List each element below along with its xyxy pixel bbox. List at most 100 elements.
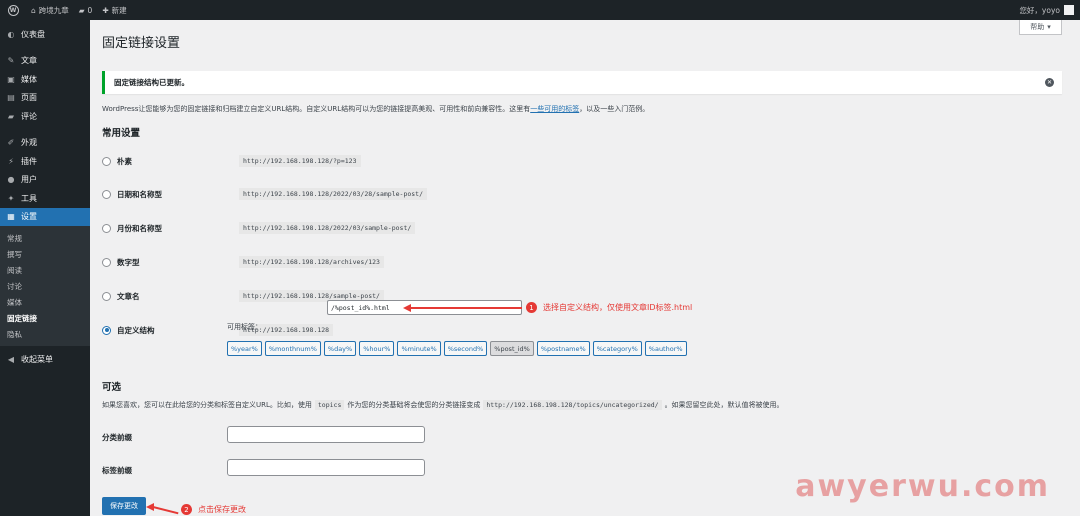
submenu-item[interactable]: 阅读 [0,262,90,278]
submenu-item[interactable]: 常规 [0,230,90,246]
radio-button[interactable] [102,291,111,301]
annotation-2: 2 点击保存更改 [181,504,246,515]
success-notice: 固定链接结构已更新。 ✕ [102,71,1062,94]
collapse-icon: ◀ [7,354,15,364]
caret-down-icon: ▾ [1047,23,1051,31]
comment-icon: ▰ [7,111,15,121]
user-icon: ● [7,175,15,185]
common-settings-heading: 常用设置 [102,128,141,139]
permalink-option: 日期和名称型 http://192.168.198.128/2022/03/28/… [102,187,1002,201]
radio-button[interactable] [102,223,111,233]
sidebar-item-user[interactable]: ● 用户 [0,171,90,190]
permalink-option: 数字型 http://192.168.198.128/archives/123 [102,255,1002,269]
pin-icon: ✎ [7,56,15,66]
submenu-item[interactable]: 撰写 [0,246,90,262]
admin-bar: W ⌂ 跨境九章 ▰ 0 ✚ 新建 您好，yoyo [0,0,1080,20]
tag-base-input[interactable] [227,459,425,476]
tag-button[interactable]: %postname% [536,341,590,356]
main-content: 帮助 ▾ 固定链接设置 固定链接结构已更新。 ✕ WordPress让您能够为您… [90,20,1080,516]
radio-button[interactable] [102,257,111,267]
permalink-option: 朴素 http://192.168.198.128/?p=123 [102,154,1002,168]
tag-button[interactable]: %monthnum% [264,341,321,356]
annotation-1: 1 选择自定义结构，仅使用文章ID标签.html [526,302,692,313]
dismiss-icon[interactable]: ✕ [1045,78,1054,87]
available-tags-link[interactable]: 一些可用的标签 [530,105,579,113]
settings-submenu: 常规 撰写 阅读 讨论 媒体 固定链接 隐私 [0,226,90,346]
option-label[interactable]: 月份和名称型 [117,223,162,234]
tag-buttons: %year% %monthnum% %day% %hour% %minute% %seco… [227,341,687,356]
tag-button[interactable]: %category% [592,341,642,356]
option-label[interactable]: 文章名 [117,291,140,302]
collapse-menu-button[interactable]: ◀ 收起菜单 [0,350,90,369]
tag-button[interactable]: %year% [227,341,262,356]
settings-icon: ▦ [7,212,15,222]
sidebar-item-appearance[interactable]: ✐ 外观 [0,134,90,153]
option-label[interactable]: 日期和名称型 [117,189,162,200]
option-label[interactable]: 朴素 [117,156,132,167]
submenu-item[interactable]: 隐私 [0,326,90,342]
radio-button[interactable] [102,325,111,335]
tag-button[interactable]: %day% [323,341,357,356]
example-url: http://192.168.198.128/archives/123 [239,256,384,268]
sidebar-item-label: 工具 [21,193,37,203]
tag-button[interactable]: %post_id% [490,341,534,356]
sidebar-item-label: 仪表盘 [21,29,45,39]
tag-button[interactable]: %second% [443,341,488,356]
sidebar-item-comment[interactable]: ▰ 评论 [0,107,90,126]
page-title: 固定链接设置 [102,36,181,51]
avatar [1064,5,1074,15]
option-label[interactable]: 自定义结构 [117,325,155,336]
sidebar-item-pin[interactable]: ✎ 文章 [0,52,90,71]
sidebar-item-label: 媒体 [21,74,37,84]
sidebar-item-label: 插件 [21,156,37,166]
page-icon: ▤ [7,93,15,103]
sidebar-item-label: 设置 [21,212,37,222]
tools-icon: ✦ [7,193,15,203]
radio-button[interactable] [102,189,111,199]
category-base-input[interactable] [227,426,425,443]
submenu-item[interactable]: 固定链接 [0,310,90,326]
new-content-link[interactable]: ✚ 新建 [97,0,131,20]
comment-bubble-icon: ▰ [78,5,85,15]
appearance-icon: ✐ [7,138,15,148]
option-label[interactable]: 数字型 [117,257,140,268]
sidebar-item-label: 用户 [21,175,37,185]
comments-link[interactable]: ▰ 0 [74,0,98,20]
account-menu[interactable]: 您好，yoyo [1014,0,1080,20]
wordpress-logo-icon[interactable]: W [0,0,26,20]
sidebar-item-page[interactable]: ▤ 页面 [0,89,90,108]
submenu-item[interactable]: 媒体 [0,294,90,310]
tag-button[interactable]: %author% [644,341,687,356]
save-changes-button[interactable]: 保存更改 [102,497,146,515]
media-icon: ▣ [7,74,15,84]
category-base-label: 分类前缀 [102,433,132,442]
optional-description: 如果您喜欢，您可以在此给您的分类和标签自定义URL。比如，使用 topics 作… [102,400,784,410]
annotation-arrow-1-line [410,307,522,309]
permalink-option: 月份和名称型 http://192.168.198.128/2022/03/sam… [102,221,1002,235]
sidebar-item-tools[interactable]: ✦ 工具 [0,189,90,208]
tag-base-label: 标签前缀 [102,466,132,475]
annotation-arrow-2-line [152,506,179,515]
tag-button[interactable]: %minute% [397,341,441,356]
example-url: http://192.168.198.128/2022/03/28/sample… [239,188,428,200]
sidebar-item-label: 文章 [21,56,37,66]
optional-heading: 可选 [102,382,122,393]
site-name-link[interactable]: ⌂ 跨境九章 [26,0,74,20]
submenu-item[interactable]: 讨论 [0,278,90,294]
help-button[interactable]: 帮助 ▾ [1019,20,1062,35]
available-tags-label: 可用标签： [227,323,262,331]
watermark: awyerwu.com [795,469,1050,504]
sidebar-item-media[interactable]: ▣ 媒体 [0,70,90,89]
radio-button[interactable] [102,156,111,166]
admin-sidebar: ◐ 仪表盘 ✎ 文章 ▣ 媒体 ▤ 页面 ▰ 评论 ✐ 外观 ⚡ 插件 ● 用户 ✦ 工具 ▦ 设置 常规 撰写 阅读 讨论媒… [0,20,90,516]
dashboard-icon: ◐ [7,29,15,39]
example-url: http://192.168.198.128/?p=123 [239,155,361,167]
tag-button[interactable]: %hour% [359,341,395,356]
sidebar-item-dashboard[interactable]: ◐ 仪表盘 [0,25,90,44]
plugin-icon: ⚡ [8,156,14,166]
permalink-option: 文章名 http://192.168.198.128/sample-post/ [102,289,1002,303]
sidebar-item-label: 外观 [21,138,37,148]
sidebar-item-label: 页面 [21,93,37,103]
sidebar-item-plugin[interactable]: ⚡ 插件 [0,152,90,171]
sidebar-item-settings[interactable]: ▦ 设置 [0,207,90,226]
